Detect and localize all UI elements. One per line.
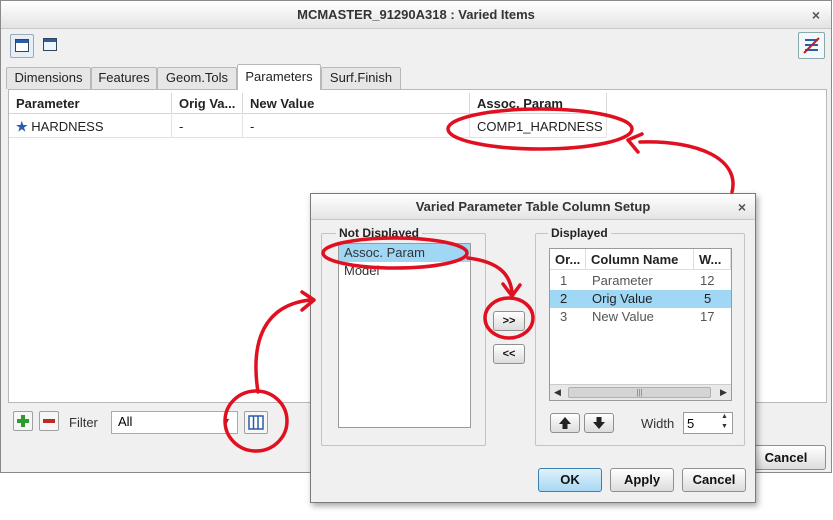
window-view-button[interactable] [39, 34, 63, 58]
minus-icon [43, 419, 55, 423]
clear-table-icon [803, 37, 820, 54]
row-width: 17 [700, 309, 715, 324]
row-name: Orig Value [592, 291, 653, 306]
row-name: Parameter [592, 273, 653, 288]
filter-label: Filter [69, 415, 98, 430]
list-item[interactable]: Assoc. Param [339, 244, 470, 262]
filter-value: All [118, 414, 133, 429]
apply-button[interactable]: Apply [610, 468, 674, 492]
plus-icon [17, 415, 29, 427]
table-row[interactable]: 3 New Value 17 [550, 308, 731, 326]
move-up-button[interactable] [550, 413, 580, 433]
column-header-orig-value[interactable]: Orig Va... [172, 93, 243, 114]
scroll-right-icon[interactable]: ▶ [720, 387, 727, 398]
parameter-name: HARDNESS [31, 119, 104, 134]
move-right-button[interactable]: >> [493, 311, 525, 331]
settings-button[interactable] [798, 32, 825, 59]
row-order: 1 [560, 273, 568, 288]
row-width: 5 [704, 291, 712, 306]
row-width: 12 [700, 273, 715, 288]
table-view-button[interactable] [10, 34, 34, 58]
displayed-title: Displayed [548, 226, 611, 240]
scroll-left-icon[interactable]: ◀ [554, 387, 561, 398]
move-left-button[interactable]: << [493, 344, 525, 364]
tab-surf-finish[interactable]: Surf.Finish [321, 67, 401, 89]
row-order: 2 [560, 291, 568, 306]
move-down-button[interactable] [584, 413, 614, 433]
displayed-table[interactable]: Or... Column Name W... 1 Parameter 12 2 … [549, 248, 732, 401]
column-setup-button[interactable] [244, 411, 268, 434]
tab-geom-tols[interactable]: Geom.Tols [157, 67, 237, 89]
table-cell-new-value[interactable]: - [243, 115, 470, 138]
width-spinner[interactable]: 5 ▲ ▼ [683, 412, 733, 434]
horizontal-scrollbar[interactable]: ◀ ||| ▶ [550, 384, 731, 400]
tab-features[interactable]: Features [91, 67, 157, 89]
chevron-down-icon: ▼ [222, 416, 231, 426]
ok-button[interactable]: OK [538, 468, 602, 492]
width-value: 5 [687, 416, 695, 431]
dialog-title: Varied Parameter Table Column Setup [311, 194, 755, 220]
tab-dimensions[interactable]: Dimensions [6, 67, 91, 89]
add-button[interactable] [13, 411, 33, 431]
spin-down-icon[interactable]: ▼ [721, 423, 728, 430]
remove-button[interactable] [39, 411, 59, 431]
spin-up-icon[interactable]: ▲ [721, 413, 728, 420]
column-header-width[interactable]: W... [694, 249, 731, 270]
table-row[interactable]: 2 Orig Value 5 [550, 290, 731, 308]
table-row-parameter[interactable]: ★ HARDNESS [9, 115, 172, 138]
close-icon[interactable]: × [807, 6, 825, 24]
arrow-down-icon [593, 417, 605, 429]
close-icon[interactable]: × [733, 198, 751, 216]
column-header-new-value[interactable]: New Value [243, 93, 470, 114]
table-cell-orig-value[interactable]: - [172, 115, 243, 138]
arrow-up-icon [559, 417, 571, 429]
star-icon: ★ [16, 119, 28, 134]
column-header-parameter[interactable]: Parameter [9, 93, 172, 114]
column-header-column-name[interactable]: Column Name [586, 249, 694, 270]
not-displayed-title: Not Displayed [336, 226, 423, 240]
width-label: Width [641, 416, 675, 431]
table-row[interactable]: 1 Parameter 12 [550, 272, 731, 290]
cancel-button-main[interactable]: Cancel [746, 445, 826, 470]
column-setup-dialog: Varied Parameter Table Column Setup × No… [310, 193, 756, 503]
table-cell-assoc-param[interactable]: COMP1_HARDNESS [470, 115, 607, 138]
window-view-icon [43, 38, 57, 51]
column-header-order[interactable]: Or... [550, 249, 586, 270]
window-title: MCMASTER_91290A318 : Varied Items [1, 1, 831, 29]
not-displayed-list[interactable]: Assoc. Param Model [338, 243, 471, 428]
filter-dropdown[interactable]: All ▼ [111, 411, 238, 434]
column-header-assoc-param[interactable]: Assoc. Param [470, 93, 607, 114]
row-order: 3 [560, 309, 568, 324]
tab-parameters[interactable]: Parameters [237, 64, 321, 90]
cancel-button[interactable]: Cancel [682, 468, 746, 492]
table-view-icon [15, 39, 29, 52]
columns-icon [248, 415, 264, 430]
row-name: New Value [592, 309, 654, 324]
list-item[interactable]: Model [339, 262, 470, 280]
scroll-thumb[interactable]: ||| [568, 387, 711, 398]
